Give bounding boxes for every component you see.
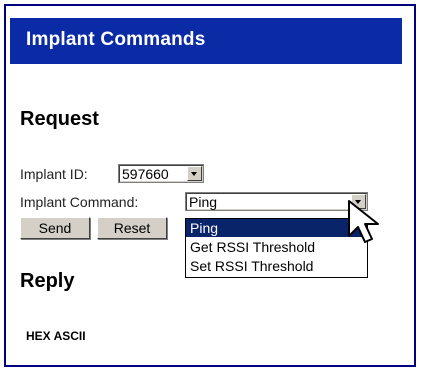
page-title: Implant Commands [26,29,206,50]
implant-id-value: 597660 [122,166,169,182]
mouse-pointer-icon [348,200,379,243]
dropdown-option-get-rssi-threshold[interactable]: Get RSSI Threshold [186,238,367,256]
request-heading: Request [20,108,99,130]
implant-id-select[interactable]: 597660 [118,164,204,183]
implant-command-label: Implant Command: [20,194,139,210]
dropdown-option-set-rssi-threshold[interactable]: Set RSSI Threshold [186,257,367,275]
reply-columns-label: HEX ASCII [26,329,86,343]
implant-command-value: Ping [189,194,218,210]
implant-id-label: Implant ID: [20,166,88,182]
implant-command-select[interactable]: Ping [185,192,368,211]
title-bar: Implant Commands [10,18,402,64]
send-button[interactable]: Send [20,217,90,239]
reset-button[interactable]: Reset [97,217,167,239]
command-dropdown-list[interactable]: Ping Get RSSI Threshold Set RSSI Thresho… [185,218,368,278]
chevron-down-icon[interactable] [187,166,202,181]
reply-heading: Reply [20,270,75,292]
dropdown-option-ping[interactable]: Ping [186,219,367,237]
